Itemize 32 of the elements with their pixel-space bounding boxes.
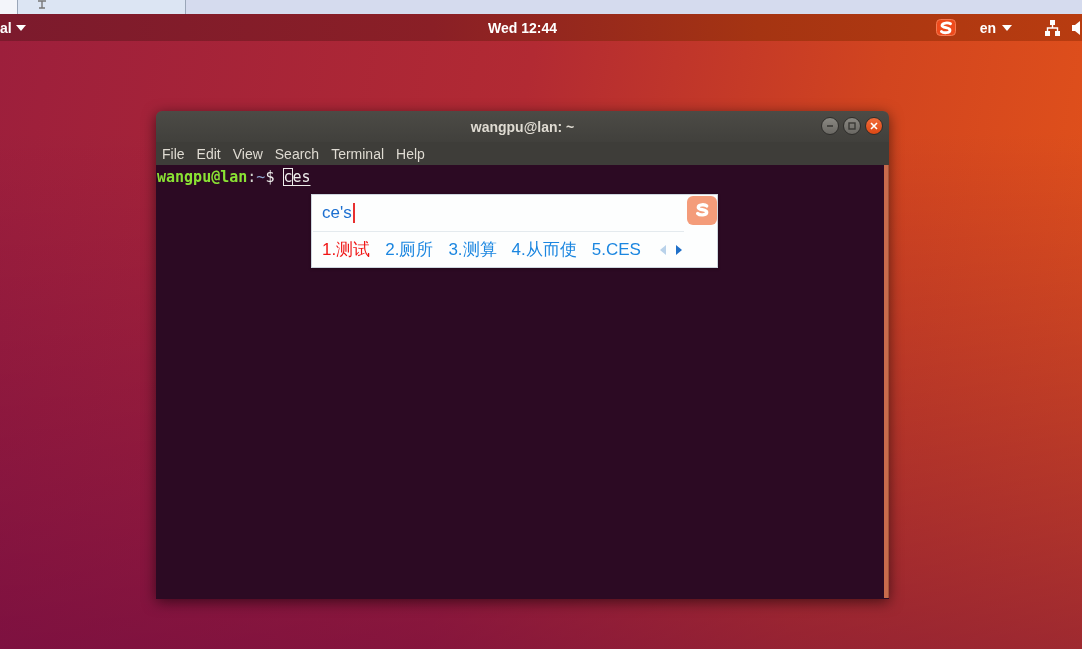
maximize-button[interactable] xyxy=(843,117,861,135)
menu-item[interactable]: Terminal xyxy=(325,144,391,163)
window-title: wangpu@lan: ~ xyxy=(470,117,575,136)
candidate-word[interactable]: 1.测试 xyxy=(322,240,371,260)
caret-icon xyxy=(1002,24,1012,31)
shell-prompt: wangpu@lan:~$ xyxy=(157,167,275,187)
clock[interactable]: Wed 12:44 xyxy=(488,18,557,37)
right-arrow-icon[interactable] xyxy=(675,245,682,255)
menu-item[interactable]: File xyxy=(156,144,191,163)
candidate-word[interactable]: 2.厕所 xyxy=(385,240,434,260)
candidate-word[interactable]: 3.测算 xyxy=(448,240,497,260)
composition-text: ce's xyxy=(322,203,352,223)
app-menu-button[interactable]: al xyxy=(0,18,26,37)
close-button[interactable] xyxy=(865,117,883,135)
close-icon xyxy=(870,122,878,130)
candidate-word[interactable]: 5.CES xyxy=(591,240,641,260)
menu-item[interactable]: Search xyxy=(268,144,326,163)
menu-item[interactable]: Help xyxy=(390,144,431,163)
maximize-icon xyxy=(848,122,856,130)
minimize-icon xyxy=(826,122,834,130)
speaker-icon[interactable] xyxy=(1072,20,1082,35)
scrollbar[interactable] xyxy=(884,165,889,598)
text-cursor-icon xyxy=(352,203,355,223)
i-beam-icon xyxy=(37,0,47,9)
network-icon[interactable] xyxy=(1045,19,1060,36)
caret-icon xyxy=(15,24,26,31)
minimize-button[interactable] xyxy=(821,117,839,135)
candidate-word[interactable]: 4.从而使 xyxy=(511,240,577,260)
menu-item[interactable]: View xyxy=(226,144,269,163)
input-method-icon[interactable] xyxy=(935,19,956,36)
keyboard-layout-menu[interactable]: en xyxy=(979,18,1012,37)
menu-item[interactable]: Edit xyxy=(190,144,227,163)
